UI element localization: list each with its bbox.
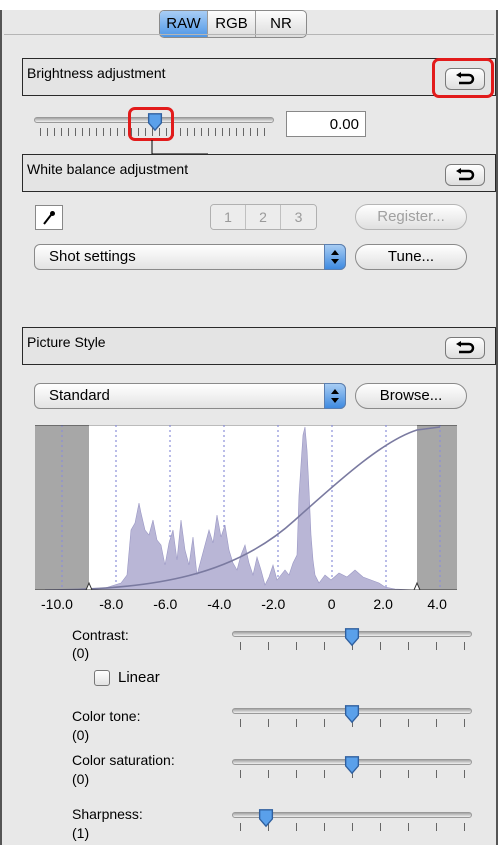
contrast-slider-thumb[interactable]	[343, 627, 361, 647]
white-balance-preset-buttons: 1 2 3	[210, 204, 317, 230]
color-tone-label: Color tone:	[72, 708, 141, 724]
color-tone-slider-thumb[interactable]	[343, 704, 361, 724]
sharpness-slider-thumb[interactable]	[257, 808, 275, 828]
wb-preset-2-button[interactable]: 2	[246, 205, 281, 229]
color-saturation-label: Color saturation:	[72, 752, 175, 768]
histogram-axis-tick-label: -10.0	[41, 596, 73, 612]
color-saturation-slider-thumb[interactable]	[343, 755, 361, 775]
wb-preset-3-button[interactable]: 3	[281, 205, 316, 229]
picture-style-reset-button[interactable]	[445, 337, 485, 359]
reset-arrow-icon	[456, 341, 475, 354]
register-button[interactable]: Register...	[355, 204, 467, 230]
contrast-label: Contrast:	[72, 627, 129, 643]
reset-arrow-icon	[456, 168, 475, 181]
linear-label: Linear	[118, 669, 160, 686]
histogram-tone-curve[interactable]	[35, 425, 457, 590]
picture-style-select-value: Standard	[49, 387, 110, 404]
white-balance-select[interactable]: Shot settings	[34, 244, 346, 270]
section-title-brightness: Brightness adjustment	[27, 65, 166, 81]
color-tone-value: (0)	[72, 727, 90, 743]
histogram-axis-tick-label: 0	[327, 596, 336, 612]
updown-arrows-icon	[324, 383, 346, 409]
browse-button[interactable]: Browse...	[355, 383, 467, 409]
contrast-value: (0)	[72, 645, 90, 661]
brightness-value-field[interactable]: 0.00	[286, 111, 366, 137]
histogram-axis-tick-label: -2.0	[261, 596, 286, 612]
white-balance-section-header: White balance adjustment	[22, 154, 496, 192]
picture-style-select[interactable]: Standard	[34, 383, 346, 409]
histogram-axis-tick-label: -4.0	[207, 596, 232, 612]
histogram-axis-tick-label: 4.0	[427, 596, 447, 612]
linear-checkbox[interactable]	[94, 670, 110, 686]
white-balance-select-value: Shot settings	[49, 248, 136, 265]
white-balance-reset-button[interactable]	[445, 164, 485, 186]
tune-button[interactable]: Tune...	[355, 244, 467, 270]
eyedropper-icon	[43, 210, 55, 225]
eyedropper-button[interactable]	[35, 205, 63, 230]
histogram-axis-tick-label: -6.0	[153, 596, 178, 612]
picture-style-section-header: Picture Style	[22, 327, 496, 365]
section-title-white-balance: White balance adjustment	[27, 161, 189, 177]
histogram-axis-tick-label: 2.0	[373, 596, 393, 612]
color-saturation-value: (0)	[72, 771, 90, 787]
highlight-brightness-slider	[128, 107, 174, 141]
sharpness-label: Sharpness:	[72, 806, 143, 822]
wb-preset-1-button[interactable]: 1	[211, 205, 246, 229]
brightness-section-header: Brightness adjustment	[22, 58, 496, 96]
section-title-picture-style: Picture Style	[27, 334, 106, 350]
histogram-axis-tick-label: -8.0	[99, 596, 124, 612]
updown-arrows-icon	[324, 244, 346, 270]
divider	[4, 34, 494, 35]
highlight-brightness-reset	[432, 58, 494, 98]
sharpness-value: (1)	[72, 825, 90, 841]
